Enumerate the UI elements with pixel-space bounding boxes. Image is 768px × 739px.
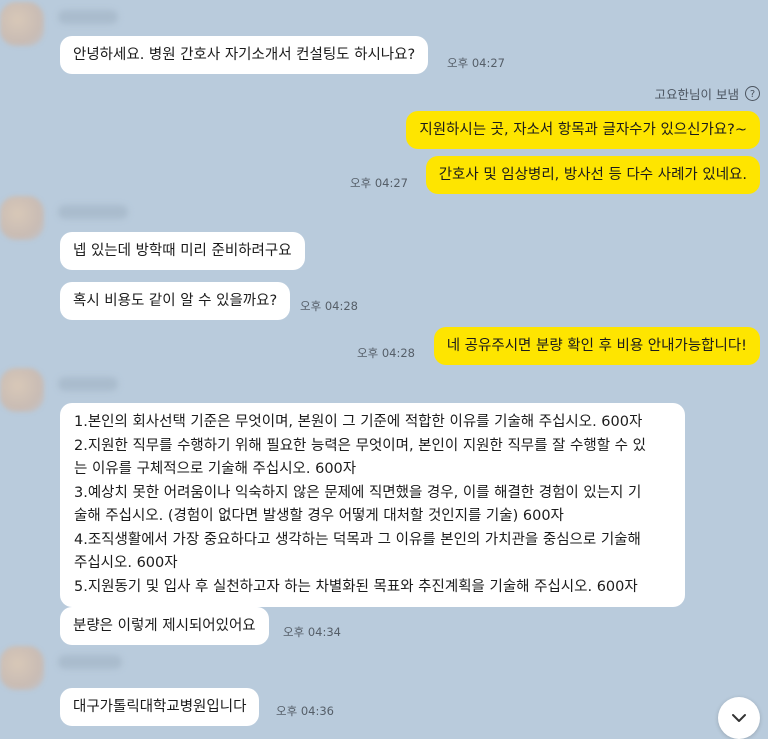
- question-line: 5.지원동기 및 입사 후 실천하고자 하는 차별화된 목표와 추진계획을 기술…: [74, 578, 638, 595]
- message-time: 오후 04:27: [447, 56, 505, 70]
- avatar[interactable]: [0, 196, 44, 240]
- chevron-down-icon: [732, 714, 746, 722]
- question-line: 4.조직생활에서 가장 중요하다고 생각하는 덕목과 그 이유를 본인의 가치관…: [74, 531, 641, 548]
- avatar[interactable]: [0, 368, 44, 412]
- message-time: 오후 04:28: [357, 346, 415, 360]
- message-text: 혹시 비용도 같이 알 수 있을까요?: [73, 293, 278, 309]
- sender-name: [58, 205, 128, 219]
- message-bubble[interactable]: 분량은 이렇게 제시되어있어요: [60, 607, 269, 645]
- message-time: 오후 04:34: [283, 625, 341, 639]
- message-text: 안녕하세요. 병원 간호사 자기소개서 컨설팅도 하시나요?: [73, 47, 416, 63]
- message-text: 분량은 이렇게 제시되어있어요: [73, 618, 256, 634]
- question-line: 술해 주십시오. (경험이 없다면 발생할 경우 어떻게 대처할 것인지를 기술…: [74, 508, 564, 524]
- question-line: 2.지원한 직무를 수행하기 위해 필요한 능력은 무엇이며, 본인이 지원한 …: [74, 437, 646, 454]
- message-bubble-long[interactable]: 1.본인의 회사선택 기준은 무엇이며, 본원이 그 기준에 적합한 이유를 기…: [60, 403, 685, 607]
- question-circle-icon[interactable]: ?: [745, 86, 760, 101]
- message-bubble-outgoing[interactable]: 간호사 및 임상병리, 방사선 등 다수 사례가 있네요.: [425, 156, 760, 194]
- message-text: 지원하시는 곳, 자소서 항목과 글자수가 있으신가요?~: [419, 122, 747, 138]
- sender-name: [58, 10, 118, 24]
- sender-name: [58, 655, 122, 669]
- message-bubble-outgoing[interactable]: 지원하시는 곳, 자소서 항목과 글자수가 있으신가요?~: [406, 111, 760, 149]
- read-status-label: 고요한님이 보냄: [654, 87, 739, 102]
- question-line: 주십시오. 600자: [74, 555, 178, 571]
- message-bubble[interactable]: 넵 있는데 방학때 미리 준비하려구요: [60, 232, 305, 270]
- message-text: 간호사 및 임상병리, 방사선 등 다수 사례가 있네요.: [438, 167, 747, 183]
- message-bubble[interactable]: 안녕하세요. 병원 간호사 자기소개서 컨설팅도 하시나요?: [60, 36, 429, 74]
- message-time: 오후 04:28: [300, 299, 358, 313]
- avatar[interactable]: [0, 2, 44, 46]
- sender-name: [58, 377, 118, 391]
- message-bubble[interactable]: 대구가톨릭대학교병원입니다: [60, 688, 260, 726]
- avatar[interactable]: [0, 646, 44, 690]
- question-line: 3.예상치 못한 어려움이나 익숙하지 않은 문제에 직면했을 경우, 이를 해…: [74, 484, 642, 501]
- message-text: 네 공유주시면 분량 확인 후 비용 안내가능합니다!: [446, 338, 747, 354]
- scroll-down-button[interactable]: [718, 697, 760, 739]
- message-time: 오후 04:27: [350, 176, 408, 190]
- question-line: 1.본인의 회사선택 기준은 무엇이며, 본원이 그 기준에 적합한 이유를 기…: [74, 414, 643, 430]
- message-text: 넵 있는데 방학때 미리 준비하려구요: [73, 243, 292, 259]
- message-text: 대구가톨릭대학교병원입니다: [73, 699, 247, 715]
- message-time: 오후 04:36: [276, 704, 334, 718]
- message-bubble[interactable]: 혹시 비용도 같이 알 수 있을까요?: [60, 282, 291, 320]
- read-status: 고요한님이 보냄 ?: [655, 84, 760, 103]
- question-line: 는 이유를 구체적으로 기술해 주십시오. 600자: [74, 461, 357, 477]
- message-bubble-outgoing[interactable]: 네 공유주시면 분량 확인 후 비용 안내가능합니다!: [433, 327, 760, 365]
